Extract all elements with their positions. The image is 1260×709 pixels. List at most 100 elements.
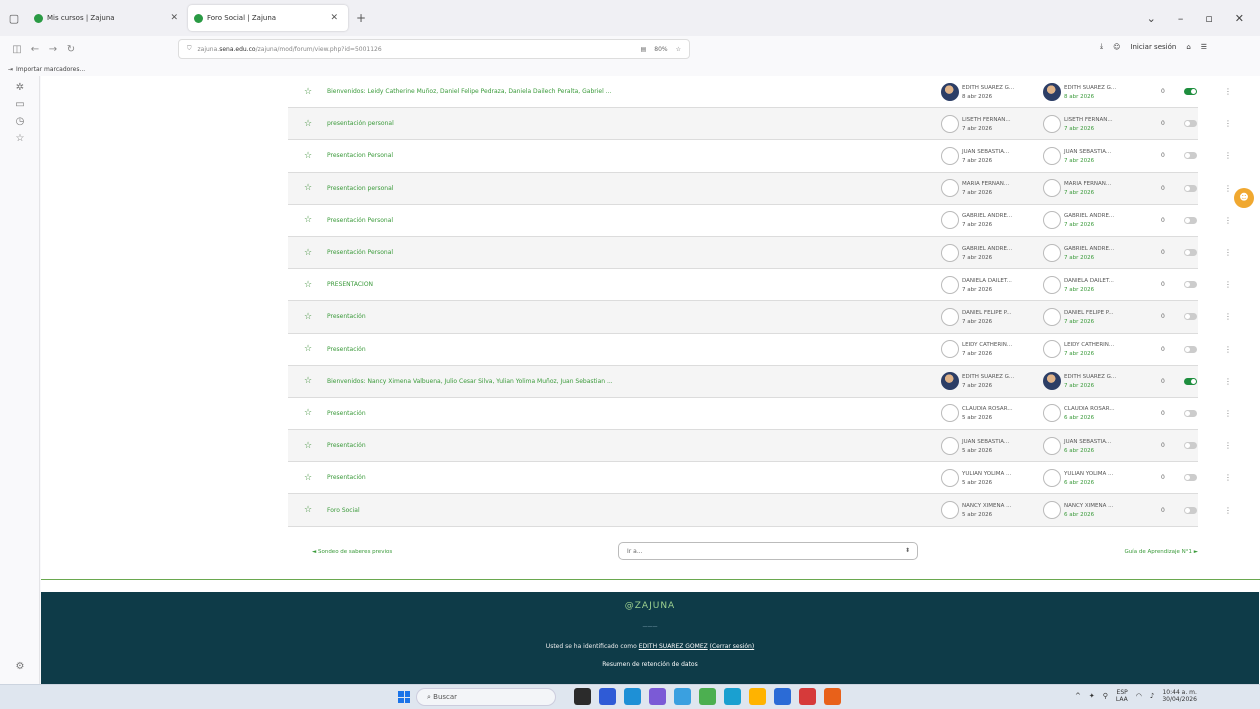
starter-name[interactable]: EDITH SUAREZ G... <box>962 374 1014 380</box>
star-icon[interactable]: ☆ <box>304 215 312 225</box>
maximize-icon[interactable]: ▫ <box>1205 12 1212 25</box>
next-activity-link[interactable]: Guía de Aprendizaje N°1 ► <box>1124 549 1198 555</box>
discussion-link[interactable]: Presentación <box>327 474 907 481</box>
signin-link[interactable]: Iniciar sesión <box>1130 43 1176 51</box>
last-post-date[interactable]: 6 abr 2026 <box>1064 512 1094 518</box>
discussion-link[interactable]: Presentación <box>327 346 907 353</box>
star-icon[interactable]: ☆ <box>304 280 312 290</box>
store-icon[interactable] <box>649 688 666 705</box>
close-window-icon[interactable]: ✕ <box>1235 12 1244 25</box>
more-options-icon[interactable]: ⋮ <box>1224 441 1232 450</box>
discussion-link[interactable]: Bienvenidos: Leidy Catherine Muñoz, Dani… <box>327 88 907 95</box>
starter-name[interactable]: LEIDY CATHERIN... <box>962 342 1012 348</box>
bookmarks-icon[interactable]: ☆ <box>0 133 40 144</box>
last-post-date[interactable]: 7 abr 2026 <box>1064 383 1094 389</box>
starter-name[interactable]: DANIELA DAILET... <box>962 278 1012 284</box>
extensions-icon[interactable]: ⌂ <box>1186 43 1190 51</box>
avatar[interactable] <box>1043 436 1061 455</box>
tab-overview-icon[interactable]: ▢ <box>0 12 28 25</box>
starter-name[interactable]: DANIEL FELIPE P... <box>962 310 1012 316</box>
more-options-icon[interactable]: ⋮ <box>1224 312 1232 321</box>
avatar[interactable] <box>941 211 959 230</box>
office-icon[interactable] <box>799 688 816 705</box>
chevron-up-icon[interactable]: ^ <box>1075 692 1081 700</box>
reader-view-icon[interactable]: ▤ <box>641 46 647 53</box>
last-post-user[interactable]: EDITH SUAREZ G... <box>1064 85 1116 91</box>
last-post-date[interactable]: 7 abr 2026 <box>1064 190 1094 196</box>
folder-icon[interactable] <box>749 688 766 705</box>
star-icon[interactable]: ☆ <box>304 344 312 354</box>
more-options-icon[interactable]: ⋮ <box>1224 377 1232 386</box>
taskbar-search[interactable]: ⌕ Buscar <box>416 688 556 706</box>
bookmark-star-icon[interactable]: ☆ <box>676 46 681 53</box>
star-icon[interactable]: ☆ <box>304 473 312 483</box>
discussion-link[interactable]: Presentacion personal <box>327 185 907 192</box>
last-post-user[interactable]: EDITH SUAREZ G... <box>1064 374 1116 380</box>
starter-name[interactable]: JUAN SEBASTIA... <box>962 149 1009 155</box>
reload-icon[interactable]: ↻ <box>62 44 80 55</box>
avatar[interactable] <box>1043 211 1061 230</box>
more-options-icon[interactable]: ⋮ <box>1224 151 1232 160</box>
wifi-icon[interactable]: ◠ <box>1136 692 1142 700</box>
avatar[interactable] <box>941 501 959 520</box>
starter-name[interactable]: GABRIEL ANDRE... <box>962 246 1012 252</box>
starter-name[interactable]: GABRIEL ANDRE... <box>962 213 1012 219</box>
more-options-icon[interactable]: ⋮ <box>1224 248 1232 257</box>
back-icon[interactable]: ← <box>26 44 44 55</box>
last-post-date[interactable]: 7 abr 2026 <box>1064 158 1094 164</box>
star-icon[interactable]: ☆ <box>304 87 312 97</box>
star-icon[interactable]: ☆ <box>304 505 312 515</box>
avatar[interactable] <box>941 82 959 101</box>
avatar[interactable] <box>1043 243 1061 262</box>
discussion-link[interactable]: Presentación Personal <box>327 249 907 256</box>
last-post-user[interactable]: JUAN SEBASTIA... <box>1064 439 1111 445</box>
subscribe-toggle[interactable] <box>1184 474 1197 482</box>
star-icon[interactable]: ☆ <box>304 312 312 322</box>
close-tab-icon[interactable]: ✕ <box>166 13 182 23</box>
last-post-date[interactable]: 7 abr 2026 <box>1064 126 1094 132</box>
subscribe-toggle[interactable] <box>1184 377 1197 385</box>
more-options-icon[interactable]: ⋮ <box>1224 119 1232 128</box>
starter-name[interactable]: JUAN SEBASTIA... <box>962 439 1009 445</box>
app-tray-icon[interactable]: ✦ <box>1089 692 1095 700</box>
avatar[interactable] <box>941 307 959 326</box>
discussion-link[interactable]: Foro Social <box>327 507 907 514</box>
teams-icon[interactable] <box>674 688 691 705</box>
discussion-link[interactable]: Presentacion Personal <box>327 152 907 159</box>
menu-icon[interactable]: ☰ <box>1201 43 1207 51</box>
subscribe-toggle[interactable] <box>1184 281 1197 289</box>
last-post-user[interactable]: GABRIEL ANDRE... <box>1064 246 1114 252</box>
customize-sidebar-icon[interactable]: ⚙ <box>0 661 40 672</box>
user-profile-link[interactable]: EDITH SUAREZ GOMEZ <box>639 643 708 650</box>
last-post-user[interactable]: MARIA FERNAN... <box>1064 181 1111 187</box>
more-options-icon[interactable]: ⋮ <box>1224 506 1232 515</box>
avatar[interactable] <box>1043 404 1061 423</box>
last-post-user[interactable]: DANIEL FELIPE P... <box>1064 310 1114 316</box>
outlook-icon[interactable] <box>774 688 791 705</box>
last-post-date[interactable]: 7 abr 2026 <box>1064 222 1094 228</box>
discussion-link[interactable]: Presentación <box>327 442 907 449</box>
avatar[interactable] <box>941 436 959 455</box>
subscribe-toggle[interactable] <box>1184 442 1197 450</box>
star-icon[interactable]: ☆ <box>304 441 312 451</box>
previous-activity-link[interactable]: ◄ Sondeo de saberes previos <box>312 549 392 555</box>
avatar[interactable] <box>1043 114 1061 133</box>
synced-tabs-icon[interactable]: ▭ <box>0 99 40 110</box>
last-post-user[interactable]: GABRIEL ANDRE... <box>1064 213 1114 219</box>
last-post-date[interactable]: 6 abr 2026 <box>1064 480 1094 486</box>
usb-icon[interactable]: ⚲ <box>1103 692 1108 700</box>
avatar[interactable] <box>941 340 959 359</box>
logout-link[interactable]: (Cerrar sesión) <box>710 643 755 650</box>
more-options-icon[interactable]: ⋮ <box>1224 473 1232 482</box>
subscribe-toggle[interactable] <box>1184 506 1197 514</box>
avatar[interactable] <box>1043 501 1061 520</box>
subscribe-toggle[interactable] <box>1184 184 1197 192</box>
starter-name[interactable]: EDITH SUAREZ G... <box>962 85 1014 91</box>
zoom-level[interactable]: 80% <box>654 46 667 53</box>
subscribe-toggle[interactable] <box>1184 345 1197 353</box>
avatar[interactable] <box>941 179 959 198</box>
last-post-date[interactable]: 8 abr 2026 <box>1064 94 1094 100</box>
more-options-icon[interactable]: ⋮ <box>1224 280 1232 289</box>
avatar[interactable] <box>1043 275 1061 294</box>
last-post-user[interactable]: LISETH FERNAN... <box>1064 117 1113 123</box>
